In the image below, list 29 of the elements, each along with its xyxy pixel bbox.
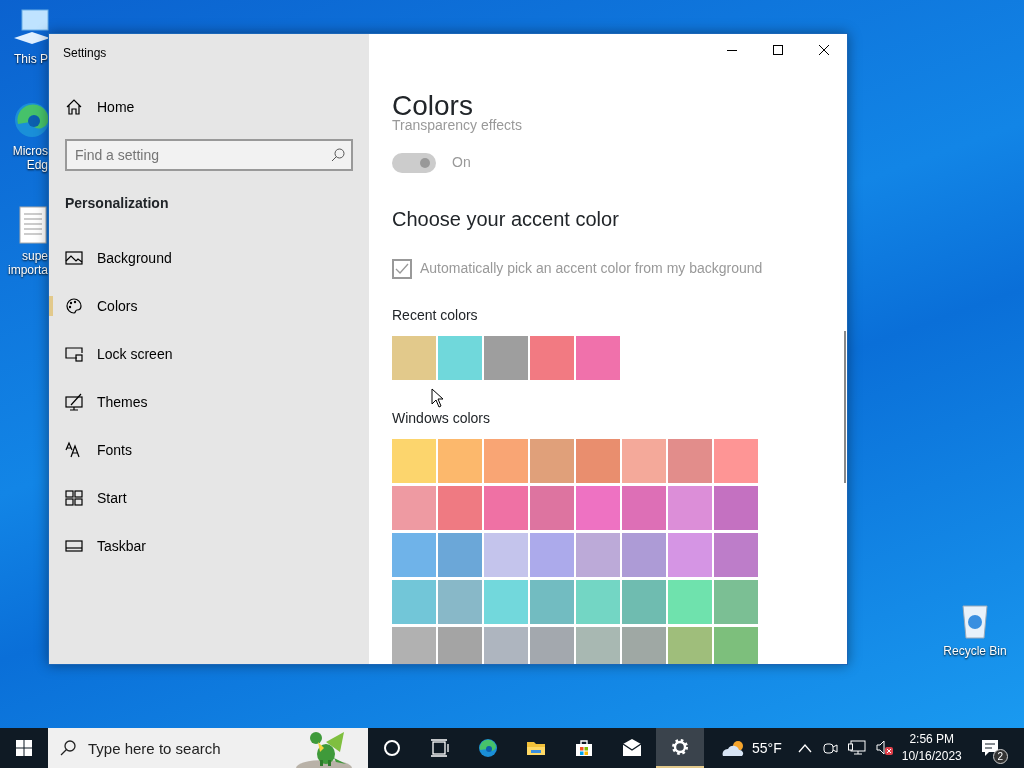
nav-item[interactable]: Colors [49, 282, 369, 330]
nav-item[interactable]: Lock screen [49, 330, 369, 378]
icon-label: supe [20, 249, 48, 263]
notifications-button[interactable]: 2 [965, 728, 1014, 768]
nav-item[interactable]: Background [49, 234, 369, 282]
nav-item[interactable]: Themes [49, 378, 369, 426]
section-heading: Choose your accent color [392, 207, 620, 232]
date-text: 10/16/2023 [901, 748, 962, 765]
time-text: 2:56 PM [908, 731, 956, 748]
section-heading: Personalization [65, 194, 170, 213]
window-title: Settings [63, 45, 107, 62]
icon-label: Recycle Bin [942, 644, 1008, 658]
notification-count: 2 [992, 749, 1008, 764]
nav-item[interactable]: Home [49, 83, 369, 131]
nav-item[interactable]: Taskbar [49, 522, 369, 570]
icon-label: importa [7, 263, 48, 277]
taskbar-search-field[interactable]: Type here to search [48, 728, 368, 768]
nav-item[interactable]: Fonts [49, 426, 369, 474]
icon-label: Micros [11, 144, 48, 158]
checkbox-label: Automatically pick an accent color from my background [420, 259, 763, 278]
nav-item[interactable]: Start [49, 474, 369, 522]
search-field[interactable]: Find a setting [65, 139, 353, 171]
icon-label: Edg [25, 158, 48, 172]
toggle-state: On [452, 153, 471, 172]
section-label: Recent colors [392, 306, 479, 325]
clock[interactable]: 2:56 PM 10/16/2023 [901, 731, 962, 765]
weather-widget[interactable]: 55°F [720, 737, 782, 759]
section-label: Windows colors [392, 409, 492, 428]
icon-label: This P [13, 52, 48, 66]
